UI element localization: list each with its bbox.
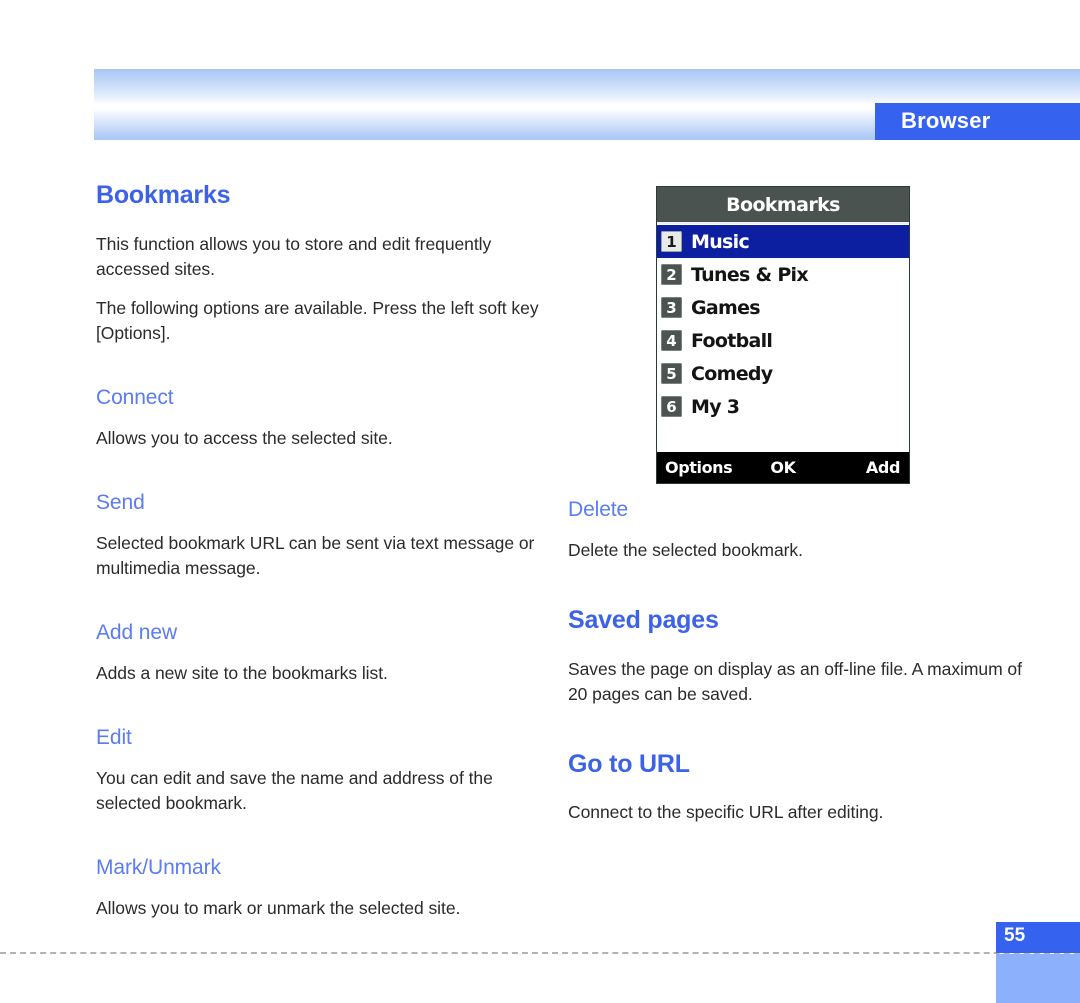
option-desc-send: Selected bookmark URL can be sent via te… bbox=[96, 532, 535, 578]
phone-screen-mockup: Bookmarks 1 Music 2 Tunes & Pix 3 Games … bbox=[656, 186, 910, 484]
phone-screen-title-label: Bookmarks bbox=[726, 193, 840, 216]
phone-screen-title-bar: Bookmarks bbox=[657, 187, 909, 224]
section-heading-saved-pages: Saved pages bbox=[568, 606, 719, 635]
list-number-badge-2: 2 bbox=[661, 264, 682, 285]
phone-softkey-bar: Options OK Add bbox=[657, 452, 909, 483]
header-chapter-tab-label: Browser bbox=[901, 108, 991, 133]
list-number-badge-5: 5 bbox=[661, 363, 682, 384]
option-desc-add-new: Adds a new site to the bookmarks list. bbox=[96, 662, 388, 683]
phone-list-item-tunes-and-pix[interactable]: 2 Tunes & Pix bbox=[657, 258, 909, 291]
list-number-badge-3: 3 bbox=[661, 297, 682, 318]
page-number-block: 55 bbox=[996, 922, 1080, 1003]
option-heading-mark-unmark: Mark/Unmark bbox=[96, 856, 221, 880]
page-number-badge: 55 bbox=[996, 922, 1080, 953]
option-desc-mark-unmark: Allows you to mark or unmark the selecte… bbox=[96, 898, 461, 919]
phone-list-item-music[interactable]: 1 Music bbox=[657, 225, 909, 258]
phone-list-item-label: Games bbox=[691, 296, 761, 319]
phone-list-item-label: Comedy bbox=[691, 362, 773, 385]
softkey-right-add[interactable]: Add bbox=[866, 458, 900, 477]
right-content-column: Delete Delete the selected bookmark. Sav… bbox=[568, 498, 1038, 825]
footer-dashed-divider bbox=[0, 952, 1080, 954]
page-corner-accent bbox=[996, 954, 1080, 1003]
phone-list-item-games[interactable]: 3 Games bbox=[657, 291, 909, 324]
option-heading-connect: Connect bbox=[96, 385, 174, 409]
page-number-label: 55 bbox=[1004, 925, 1026, 946]
phone-bookmark-list: 1 Music 2 Tunes & Pix 3 Games 4 Football… bbox=[657, 224, 909, 452]
phone-list-item-comedy[interactable]: 5 Comedy bbox=[657, 357, 909, 390]
bookmarks-intro-paragraph-1: This function allows you to store and ed… bbox=[96, 233, 492, 279]
option-heading-add-new: Add new bbox=[96, 620, 178, 644]
section-desc-saved-pages: Saves the page on display as an off-line… bbox=[568, 658, 1022, 704]
option-desc-edit: You can edit and save the name and addre… bbox=[96, 768, 493, 814]
phone-list-item-label: Music bbox=[691, 230, 750, 253]
phone-list-item-football[interactable]: 4 Football bbox=[657, 324, 909, 357]
left-content-column: Bookmarks This function allows you to st… bbox=[96, 181, 551, 921]
phone-list-item-label: Tunes & Pix bbox=[691, 263, 809, 286]
bookmarks-intro-paragraph-2: The following options are available. Pre… bbox=[96, 297, 539, 343]
list-number-badge-4: 4 bbox=[661, 330, 682, 351]
option-heading-send: Send bbox=[96, 490, 145, 514]
section-heading-go-to-url: Go to URL bbox=[568, 749, 690, 778]
phone-list-item-label: My 3 bbox=[691, 395, 740, 418]
option-heading-delete: Delete bbox=[568, 498, 629, 521]
option-heading-edit: Edit bbox=[96, 725, 132, 749]
list-number-badge-1: 1 bbox=[661, 231, 682, 252]
list-number-badge-6: 6 bbox=[661, 396, 682, 417]
option-desc-connect: Allows you to access the selected site. bbox=[96, 427, 393, 448]
section-desc-go-to-url: Connect to the specific URL after editin… bbox=[568, 802, 884, 823]
page-title-bookmarks: Bookmarks bbox=[96, 181, 231, 209]
phone-list-item-my-3[interactable]: 6 My 3 bbox=[657, 390, 909, 423]
phone-list-item-label: Football bbox=[691, 329, 773, 352]
header-chapter-tab: Browser bbox=[875, 103, 1080, 140]
option-desc-delete: Delete the selected bookmark. bbox=[568, 540, 803, 561]
